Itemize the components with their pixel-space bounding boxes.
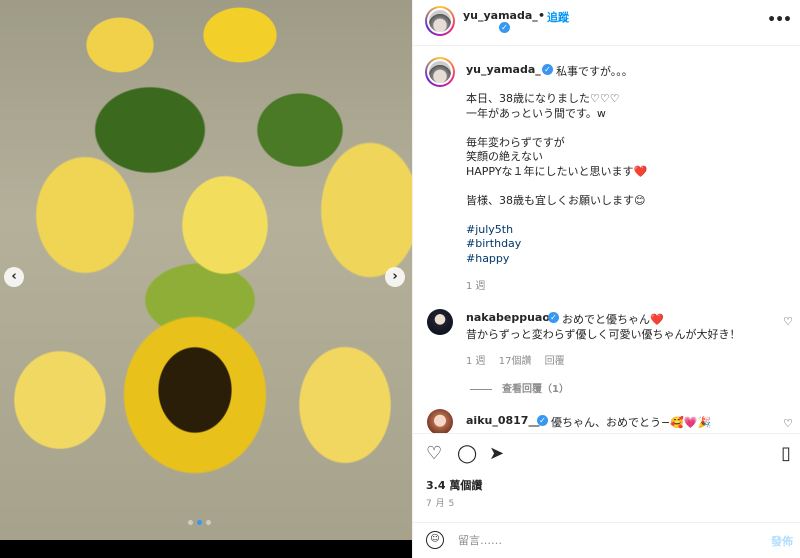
- carousel-dot: [188, 520, 193, 525]
- post-comment-button[interactable]: 發佈: [771, 533, 793, 549]
- post-photo: ‹ ›: [0, 0, 412, 558]
- comment-like-icon[interactable]: ♡: [783, 417, 793, 430]
- hashtag-link[interactable]: #july5th: [466, 223, 647, 238]
- comment-timestamp[interactable]: 1 週: [466, 356, 486, 367]
- flower-bouquet-image: [0, 0, 412, 540]
- comment-text: おめでと優ちゃん❤️: [562, 313, 664, 326]
- caption-line: 笑顔の絶えない: [466, 150, 543, 163]
- comment-text: 優ちゃん、おめでとう−🥰💗🎉: [551, 416, 712, 429]
- carousel-prev-button[interactable]: ‹: [4, 267, 24, 287]
- caption-username[interactable]: yu_yamada_: [466, 63, 541, 76]
- author-username[interactable]: yu_yamada_: [463, 9, 538, 22]
- view-replies-label: 查看回覆（1）: [502, 384, 569, 395]
- replies-divider: [470, 388, 492, 390]
- heart-icon[interactable]: ♡: [426, 444, 442, 464]
- commenter-avatar[interactable]: [427, 409, 453, 433]
- verified-icon: ✓: [542, 64, 553, 75]
- caption-line: HAPPYな１年にしたいと思います❤️: [466, 164, 648, 178]
- like-count[interactable]: 3.4 萬個讚: [426, 477, 482, 493]
- comment-text: 昔からずっと変わらず優しく可愛い優ちゃんが大好き！: [466, 328, 741, 341]
- comments-area[interactable]: yu_yamada_ ✓ 私事ですが。。。 本日、38歳になりました♡♡♡ 一年…: [413, 47, 800, 433]
- comment-like-icon[interactable]: ♡: [783, 315, 793, 328]
- post-date[interactable]: 7 月 5: [426, 496, 455, 509]
- comment-likes[interactable]: 17個讚: [499, 356, 532, 367]
- comment-meta: 1 週 17個讚 回覆: [466, 352, 575, 367]
- comment-username[interactable]: aiku_0817__: [466, 414, 539, 427]
- caption-first-line: 私事ですが。。。: [556, 65, 633, 78]
- verified-icon: ✓: [548, 312, 559, 323]
- caption-text: 本日、38歳になりました♡♡♡ 一年があっという間です。w 毎年変わらずですが …: [466, 92, 647, 266]
- caption-line: 一年があっという間です。w: [466, 106, 606, 120]
- avatar[interactable]: [425, 6, 455, 36]
- commenter-avatar[interactable]: [427, 309, 453, 335]
- follow-button[interactable]: 追蹤: [547, 9, 569, 25]
- reply-button[interactable]: 回覆: [545, 356, 565, 367]
- comment-icon[interactable]: ◯: [457, 444, 477, 464]
- share-icon[interactable]: ➤: [489, 444, 504, 464]
- post-sidebar: yu_yamada_ • 追蹤 ✓ ••• yu_yamada_ ✓ 私事ですが…: [412, 0, 800, 558]
- caption-line: 皆様、38歳も宜しくお願いします😊: [466, 193, 646, 207]
- carousel-dot-active: [197, 520, 202, 525]
- hashtag-link[interactable]: #happy: [466, 252, 647, 267]
- caption-line: 毎年変わらずですが: [466, 135, 565, 149]
- caption-avatar[interactable]: [425, 57, 455, 87]
- caption-line: 本日、38歳になりました♡♡♡: [466, 92, 620, 105]
- verified-icon: ✓: [537, 415, 548, 426]
- carousel-dots: [188, 520, 211, 525]
- view-replies-button[interactable]: 查看回覆（1）: [466, 380, 569, 395]
- hashtag-link[interactable]: #birthday: [466, 237, 647, 252]
- comment-input[interactable]: [458, 529, 748, 551]
- carousel-dot: [206, 520, 211, 525]
- action-bar: ♡ ◯ ➤ ▯ 3.4 萬個讚 7 月 5: [413, 433, 800, 523]
- comment-composer: ☺ 發佈: [413, 522, 800, 558]
- separator-dot: •: [538, 9, 546, 22]
- emoji-icon[interactable]: ☺: [426, 531, 444, 549]
- verified-icon: ✓: [499, 22, 510, 33]
- bookmark-icon[interactable]: ▯: [781, 444, 791, 464]
- carousel-next-button[interactable]: ›: [385, 267, 405, 287]
- caption-timestamp[interactable]: 1 週: [466, 277, 486, 292]
- comment-username[interactable]: nakabeppuaoi: [466, 311, 554, 324]
- more-options-icon[interactable]: •••: [767, 12, 792, 28]
- post-header: yu_yamada_ • 追蹤 ✓ •••: [413, 0, 800, 46]
